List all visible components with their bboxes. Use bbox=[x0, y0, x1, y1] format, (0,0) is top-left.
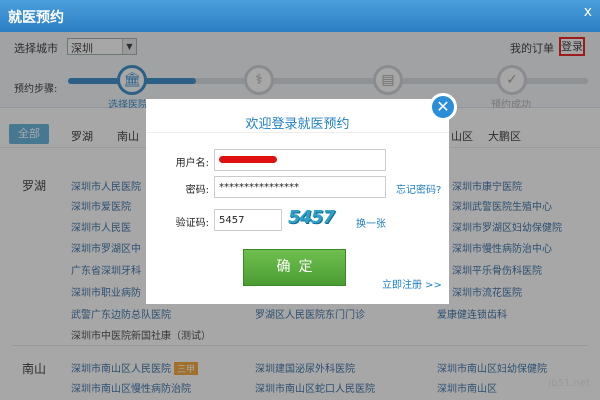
dialog-title: 欢迎登录就医预约 bbox=[245, 117, 350, 132]
window-titlebar: 就医预约 x bbox=[0, 0, 600, 32]
username-field[interactable] bbox=[214, 149, 386, 171]
dialog-header: 欢迎登录就医预约 bbox=[146, 99, 449, 133]
captcha-label: 验证码: bbox=[175, 218, 209, 229]
forgot-password-link[interactable]: 忘记密码? bbox=[396, 181, 441, 196]
captcha-field[interactable]: 5457 bbox=[214, 209, 282, 231]
dialog-close-icon[interactable]: ✕ bbox=[429, 93, 457, 121]
captcha-image: 5457 bbox=[288, 207, 335, 228]
confirm-button[interactable]: 确定 bbox=[243, 249, 346, 286]
refresh-captcha-link[interactable]: 换一张 bbox=[356, 215, 386, 230]
login-dialog: 欢迎登录就医预约 ✕ 用户名: 密码: **************** 忘记密… bbox=[146, 93, 457, 304]
redacted-username bbox=[219, 156, 277, 163]
password-field[interactable]: **************** bbox=[214, 176, 386, 198]
register-link[interactable]: 立即注册 >> bbox=[382, 276, 442, 291]
window-title: 就医预约 bbox=[8, 10, 64, 26]
username-label: 用户名: bbox=[175, 158, 209, 169]
watermark: jb51.net bbox=[548, 378, 590, 389]
window-close-icon[interactable]: x bbox=[584, 4, 592, 20]
password-label: 密码: bbox=[185, 185, 209, 196]
